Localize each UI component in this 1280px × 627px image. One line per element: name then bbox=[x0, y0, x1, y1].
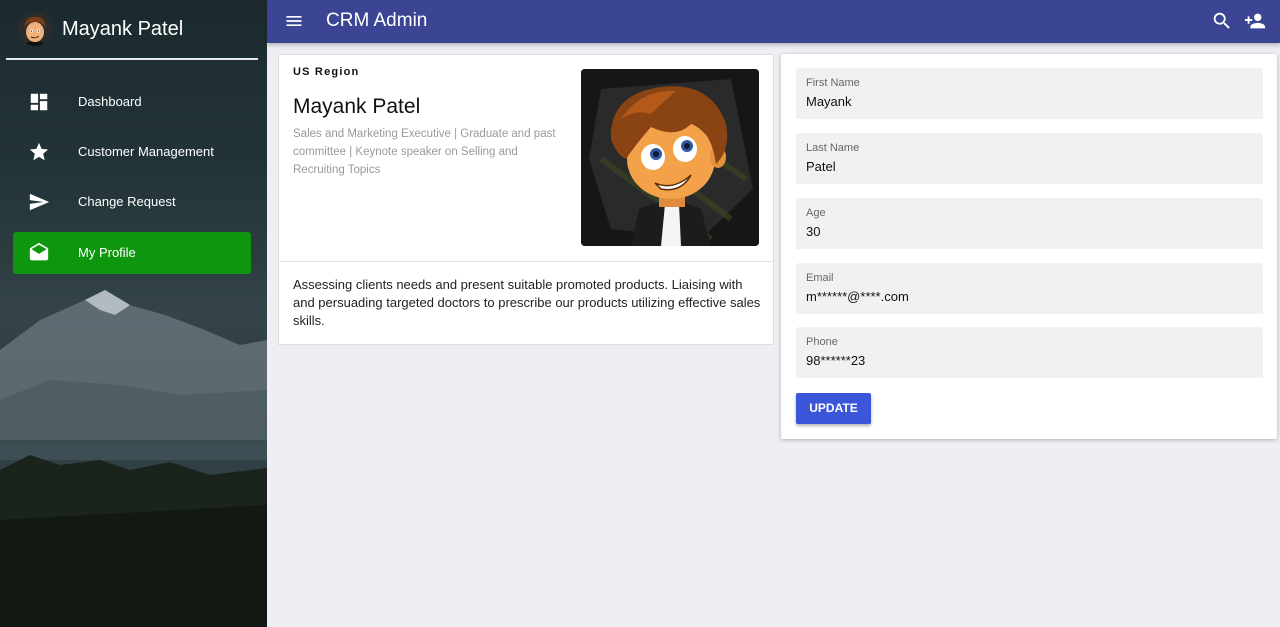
region-label: US Region bbox=[293, 66, 360, 78]
profile-description: Sales and Marketing Executive | Graduate… bbox=[293, 128, 556, 176]
field-value[interactable]: Mayank bbox=[806, 94, 852, 109]
phone-field[interactable]: Phone 98******23 bbox=[796, 327, 1263, 378]
update-button[interactable]: UPDATE bbox=[796, 393, 871, 424]
field-label: Last Name bbox=[806, 142, 860, 154]
field-value[interactable]: 98******23 bbox=[806, 353, 865, 368]
field-value[interactable]: m******@****.com bbox=[806, 289, 909, 304]
sidebar-item-customer-management[interactable]: Customer Management bbox=[13, 131, 251, 173]
profile-form-card: First Name Mayank Last Name Patel Age 30… bbox=[781, 54, 1277, 439]
sidebar-item-change-request[interactable]: Change Request bbox=[13, 181, 251, 223]
menu-icon[interactable] bbox=[284, 11, 304, 31]
sidebar-user-header: Mayank Patel bbox=[6, 0, 258, 60]
sidebar-item-my-profile[interactable]: My Profile bbox=[13, 232, 251, 274]
star-icon bbox=[29, 142, 49, 161]
add-user-icon[interactable] bbox=[1243, 10, 1267, 32]
age-field[interactable]: Age 30 bbox=[796, 198, 1263, 249]
profile-photo bbox=[581, 69, 759, 246]
user-avatar[interactable] bbox=[18, 12, 52, 46]
user-name: Mayank Patel bbox=[62, 18, 184, 40]
field-value[interactable]: Patel bbox=[806, 159, 836, 174]
send-icon bbox=[29, 193, 50, 211]
first-name-field[interactable]: First Name Mayank bbox=[796, 68, 1263, 119]
app-title: CRM Admin bbox=[326, 10, 428, 31]
field-label: Phone bbox=[806, 336, 838, 348]
top-app-bar: CRM Admin bbox=[267, 0, 1280, 43]
sidebar-item-label: Change Request bbox=[78, 194, 176, 209]
dashboard-icon bbox=[30, 93, 48, 111]
search-icon[interactable] bbox=[1211, 10, 1233, 32]
email-field[interactable]: Email m******@****.com bbox=[796, 263, 1263, 314]
drafts-icon bbox=[29, 242, 49, 261]
profile-card: US Region Mayank Patel Sales and Marketi… bbox=[278, 54, 774, 345]
sidebar-item-label: My Profile bbox=[78, 245, 136, 260]
field-label: Age bbox=[806, 207, 826, 219]
profile-about: Assessing clients needs and present suit… bbox=[293, 277, 761, 328]
field-label: Email bbox=[806, 272, 834, 284]
card-divider bbox=[279, 261, 773, 262]
profile-name: Mayank Patel bbox=[293, 95, 421, 118]
sidebar: Mayank Patel Dashboard Customer Manageme… bbox=[0, 0, 267, 627]
last-name-field[interactable]: Last Name Patel bbox=[796, 133, 1263, 184]
field-value[interactable]: 30 bbox=[806, 224, 820, 239]
field-label: First Name bbox=[806, 77, 860, 89]
sidebar-item-label: Dashboard bbox=[78, 94, 142, 109]
sidebar-item-label: Customer Management bbox=[78, 144, 214, 159]
sidebar-item-dashboard[interactable]: Dashboard bbox=[13, 81, 251, 123]
